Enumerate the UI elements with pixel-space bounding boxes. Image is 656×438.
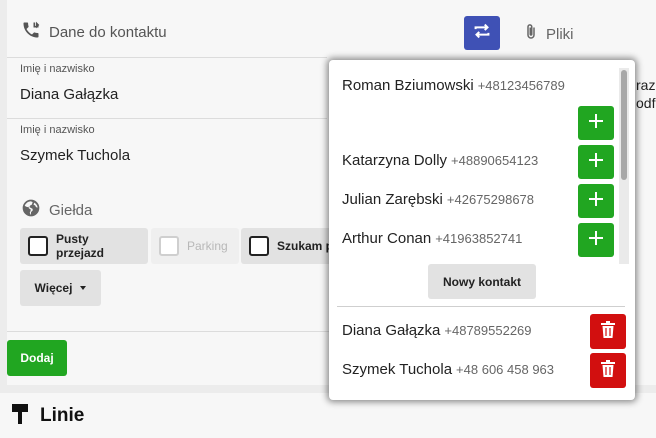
gielda-title: Giełda <box>49 201 93 219</box>
scrollbar-thumb[interactable] <box>621 70 627 180</box>
field-label: Imię i nazwisko <box>20 124 95 136</box>
contact-item[interactable]: Julian Zarębski +42675298678 <box>342 191 534 208</box>
signpost-icon <box>10 402 30 430</box>
add-contact-button[interactable] <box>578 184 614 218</box>
globe-icon <box>21 198 41 222</box>
swap-contacts-button[interactable] <box>464 16 500 50</box>
divider <box>7 57 327 58</box>
checkbox-label: Pusty przejazd <box>56 232 105 260</box>
contact-phone: +48789552269 <box>444 323 532 338</box>
field-label: Imię i nazwisko <box>20 63 95 75</box>
contact-name: Arthur Conan <box>342 230 432 247</box>
checkbox-parking: Parking <box>151 228 239 264</box>
checkbox-szukam[interactable]: Szukam p <box>241 228 336 264</box>
contact-name: Diana Gałązka <box>342 322 441 339</box>
contact-phone: +48 606 458 963 <box>456 362 555 377</box>
add-contact-button[interactable] <box>578 106 614 140</box>
contact-name: Szymek Tuchola <box>342 361 453 378</box>
swap-icon <box>471 20 493 47</box>
name-field[interactable]: Diana Gałązka <box>20 86 118 103</box>
checkbox-pusty-przejazd[interactable]: Pusty przejazd <box>20 228 148 264</box>
plus-icon <box>588 113 604 134</box>
checkbox-icon <box>28 236 48 256</box>
new-contact-button[interactable]: Nowy kontakt <box>428 264 536 299</box>
checkbox-label: Parking <box>187 239 228 253</box>
name-field[interactable]: Szymek Tuchola <box>20 147 130 164</box>
selected-contact-item: Diana Gałązka +48789552269 <box>342 322 532 339</box>
plus-icon <box>588 152 604 173</box>
contact-name: Julian Zarębski <box>342 191 443 208</box>
trash-icon <box>601 320 615 343</box>
remove-contact-button[interactable] <box>590 314 626 349</box>
plus-icon <box>588 191 604 212</box>
contact-name: Katarzyna Dolly <box>342 152 448 169</box>
contact-section-title: Dane do kontaktu <box>49 23 167 41</box>
remove-contact-button[interactable] <box>590 353 626 388</box>
contact-phone: +48890654123 <box>451 153 539 168</box>
contact-name: Roman Bziumowski <box>342 77 474 94</box>
contact-section-header: Dane do kontaktu <box>21 18 167 46</box>
checkbox-icon <box>249 236 269 256</box>
contact-phone: +42675298678 <box>446 192 535 207</box>
contact-phone: +41963852741 <box>435 231 523 246</box>
files-tab[interactable]: Pliki <box>522 22 574 46</box>
divider <box>7 331 337 332</box>
caret-down-icon <box>80 286 87 290</box>
selected-contact-item: Szymek Tuchola +48 606 458 963 <box>342 361 554 378</box>
contact-item[interactable]: Katarzyna Dolly +48890654123 <box>342 152 538 169</box>
add-contact-button[interactable] <box>578 145 614 179</box>
trash-icon <box>601 359 615 382</box>
contact-picker-popup: Roman Bziumowski +48123456789 Katarzyna D… <box>329 60 635 400</box>
add-contact-button[interactable] <box>578 223 614 257</box>
gielda-header: Giełda <box>21 198 92 222</box>
divider <box>7 118 327 119</box>
plus-icon <box>588 230 604 251</box>
lines-title: Linie <box>40 405 85 426</box>
checkbox-label: Szukam p <box>277 239 334 253</box>
contact-item[interactable]: Arthur Conan +41963852741 <box>342 230 522 247</box>
more-button-label: Więcej <box>34 281 73 295</box>
clipped-text: razl odf <box>636 77 656 111</box>
files-label: Pliki <box>546 25 574 43</box>
divider <box>337 306 625 307</box>
checkbox-icon <box>159 236 179 256</box>
more-button[interactable]: Więcej <box>20 270 101 306</box>
contact-item[interactable]: Roman Bziumowski +48123456789 <box>342 77 565 94</box>
add-button[interactable]: Dodaj <box>7 340 67 376</box>
contact-phone: +48123456789 <box>477 78 565 93</box>
phone-forward-icon <box>21 20 41 44</box>
paperclip-icon <box>522 22 540 46</box>
